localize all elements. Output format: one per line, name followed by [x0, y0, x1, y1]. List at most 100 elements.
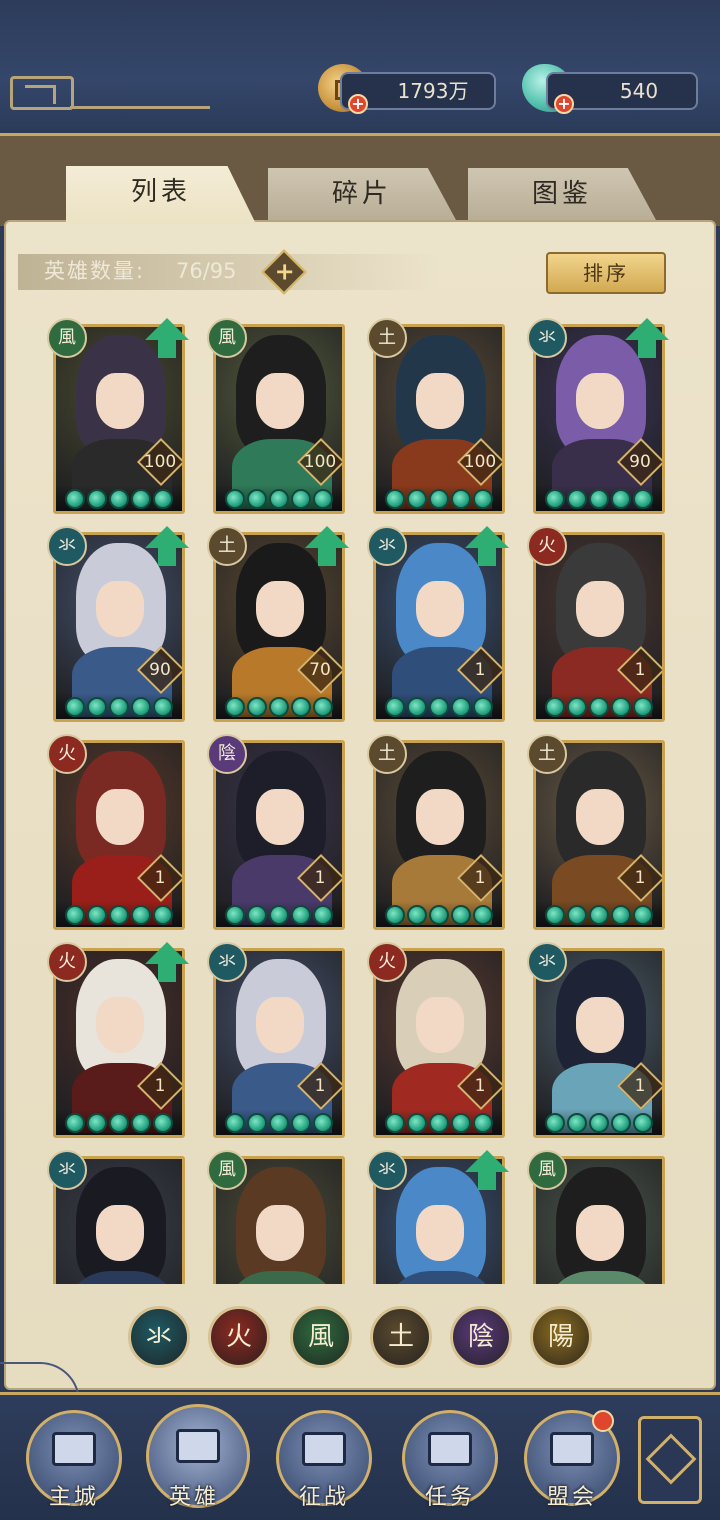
- upgrade-arrow-icon: [465, 1150, 509, 1190]
- element-badge-fire: 火: [527, 526, 567, 566]
- filter-yang-button[interactable]: 陽: [530, 1306, 592, 1368]
- jade-star-icon: [407, 1113, 427, 1133]
- jade-star-icon: [225, 489, 245, 509]
- jade-star-icon: [545, 489, 565, 509]
- jade-star-icon: [589, 697, 609, 717]
- top-bar: [0, 0, 720, 136]
- element-badge-water: 氺: [367, 1150, 407, 1190]
- star-rank-row: [376, 693, 502, 719]
- star-rank-row: [56, 485, 182, 511]
- element-badge-water: 氺: [47, 1150, 87, 1190]
- nav-label: 任务: [424, 1485, 475, 1510]
- hero-face: [256, 1205, 304, 1261]
- jade-star-icon: [589, 905, 609, 925]
- hero-face: [576, 1205, 624, 1261]
- filter-yin-button[interactable]: 陰: [450, 1306, 512, 1368]
- jade-star-icon: [567, 1113, 587, 1133]
- tab-fragments[interactable]: 碎片: [268, 168, 456, 220]
- jade-star-icon: [451, 489, 471, 509]
- jade-star-icon: [65, 905, 85, 925]
- filter-wind-button[interactable]: 風: [290, 1306, 352, 1368]
- jade-star-icon: [87, 1113, 107, 1133]
- hero-face: [416, 581, 464, 637]
- jade-star-icon: [633, 905, 653, 925]
- jade-star-icon: [291, 697, 311, 717]
- jade-star-icon: [567, 697, 587, 717]
- upgrade-arrow-icon: [145, 942, 189, 982]
- jade-star-icon: [313, 489, 333, 509]
- hero-face: [256, 581, 304, 637]
- star-rank-row: [536, 693, 662, 719]
- star-rank-row: [376, 1109, 502, 1135]
- jade-star-icon: [385, 697, 405, 717]
- jade-star-icon: [429, 1113, 449, 1133]
- hero-face: [256, 789, 304, 845]
- star-rank-row: [56, 1109, 182, 1135]
- jade-star-icon: [429, 489, 449, 509]
- hero-face: [96, 789, 144, 845]
- upgrade-arrow-icon: [145, 526, 189, 566]
- hero-count-label: 英雄数量:: [44, 259, 146, 283]
- jade-star-icon: [545, 697, 565, 717]
- jade-star-icon: [109, 489, 129, 509]
- jade-star-icon: [225, 905, 245, 925]
- tab-fragments-label: 碎片: [331, 179, 392, 209]
- hero-face: [576, 373, 624, 429]
- element-badge-earth: 土: [207, 526, 247, 566]
- jade-star-icon: [87, 489, 107, 509]
- star-rank-row: [536, 901, 662, 927]
- jade-star-icon: [247, 905, 267, 925]
- coin-amount: 1793万: [397, 79, 469, 103]
- tab-codex[interactable]: 图鉴: [468, 168, 656, 220]
- star-rank-row: [376, 901, 502, 927]
- star-rank-row: [216, 485, 342, 511]
- tab-list[interactable]: 列表: [66, 166, 256, 224]
- jade-star-icon: [633, 489, 653, 509]
- battle-icon: [302, 1432, 346, 1466]
- hero-face: [96, 1205, 144, 1261]
- jade-star-icon: [473, 1113, 493, 1133]
- jade-star-icon: [473, 905, 493, 925]
- upgrade-arrow-icon: [305, 526, 349, 566]
- jade-star-icon: [589, 489, 609, 509]
- add-coin-icon[interactable]: +: [348, 94, 368, 114]
- hero-count-value: 76/95: [176, 259, 237, 283]
- filter-earth-button[interactable]: 土: [370, 1306, 432, 1368]
- more-menu-button[interactable]: [638, 1416, 702, 1504]
- sort-button[interactable]: 排序: [546, 252, 666, 294]
- jade-star-icon: [545, 905, 565, 925]
- star-rank-row: [376, 485, 502, 511]
- jade-star-icon: [269, 697, 289, 717]
- nav-label: 英雄: [168, 1485, 219, 1510]
- jade-star-icon: [131, 489, 151, 509]
- element-badge-wind: 風: [207, 318, 247, 358]
- jade-star-icon: [407, 489, 427, 509]
- hero-level: 1: [634, 660, 646, 680]
- hero-level: 100: [463, 452, 497, 472]
- jade-star-icon: [611, 905, 631, 925]
- filter-water-button[interactable]: 氺: [128, 1306, 190, 1368]
- hero-face: [416, 997, 464, 1053]
- nav-label: 盟会: [546, 1485, 597, 1510]
- hero-level: 100: [143, 452, 177, 472]
- hero-level: 1: [314, 1076, 326, 1096]
- nav-label: 征战: [298, 1485, 349, 1510]
- hero-level: 1: [634, 868, 646, 888]
- element-badge-water: 氺: [367, 526, 407, 566]
- star-rank-row: [56, 693, 182, 719]
- jade-star-icon: [291, 489, 311, 509]
- jade-star-icon: [611, 489, 631, 509]
- jade-star-icon: [429, 697, 449, 717]
- tab-list-label: 列表: [130, 177, 191, 207]
- add-jade-icon[interactable]: +: [554, 94, 574, 114]
- jade-star-icon: [473, 489, 493, 509]
- jade-star-icon: [313, 1113, 333, 1133]
- tab-codex-label: 图鉴: [531, 179, 592, 209]
- jade-star-icon: [109, 905, 129, 925]
- nav-label: 主城: [48, 1485, 99, 1510]
- jade-star-icon: [65, 697, 85, 717]
- hero-face: [416, 1205, 464, 1261]
- filter-fire-button[interactable]: 火: [208, 1306, 270, 1368]
- hero-level: 100: [303, 452, 337, 472]
- decor-line: [70, 106, 210, 109]
